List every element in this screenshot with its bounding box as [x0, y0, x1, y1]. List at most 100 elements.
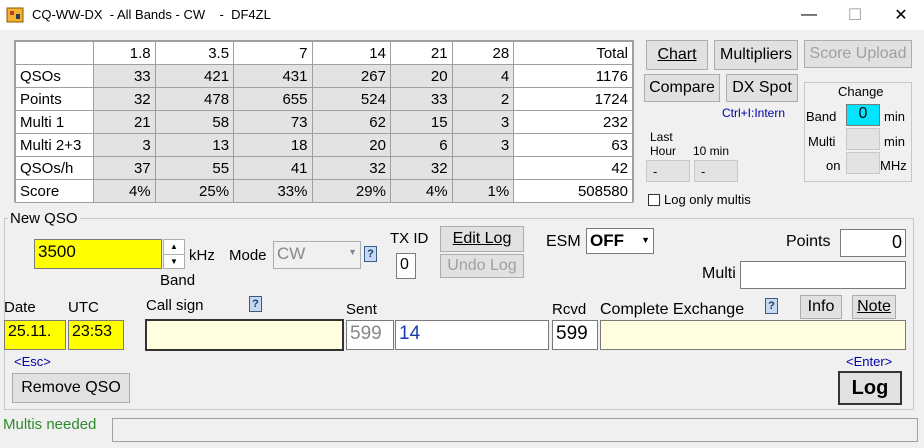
table-cell: 3 — [451, 133, 515, 157]
minimize-button[interactable]: — — [786, 0, 832, 30]
table-cell: 33 — [93, 64, 156, 88]
change-multi-label: Multi — [808, 134, 836, 149]
close-button[interactable]: ✕ — [878, 0, 924, 30]
table-cell: 37 — [93, 156, 156, 180]
change-band-value: 0 — [846, 104, 880, 126]
table-cell: 33 — [389, 87, 453, 111]
esm-value: OFF — [590, 231, 624, 250]
status-message: Multis needed — [3, 416, 97, 433]
maximize-button[interactable]: ☐ — [832, 0, 878, 30]
row-label: Score — [15, 179, 94, 203]
column-header: 7 — [233, 41, 313, 65]
compare-button[interactable]: Compare — [644, 74, 720, 102]
esm-label: ESM — [546, 233, 581, 250]
utc-label: UTC — [68, 299, 99, 316]
sent-label: Sent — [346, 301, 377, 318]
table-cell: 29% — [311, 179, 391, 203]
mode-select[interactable]: CW ▼ — [273, 241, 361, 269]
dx-spot-button[interactable]: DX Spot — [726, 74, 798, 102]
change-title: Change — [838, 84, 884, 99]
total-cell: 508580 — [513, 179, 633, 203]
edit-log-button[interactable]: Edit Log — [440, 226, 524, 252]
maximize-icon: ☐ — [847, 7, 863, 24]
rcvd-rst-field[interactable]: 599 — [552, 320, 598, 350]
table-cell: 655 — [233, 87, 313, 111]
table-row: Points 32 478 655 524 33 2 1724 — [15, 87, 633, 111]
info-button[interactable]: Info — [800, 295, 842, 319]
date-input[interactable]: 25.11. — [4, 320, 66, 350]
band-label: Band — [160, 272, 196, 289]
table-cell: 2 — [451, 87, 515, 111]
new-qso-legend: New QSO — [8, 210, 80, 227]
callsign-input[interactable] — [145, 319, 344, 351]
table-cell: 3 — [93, 133, 156, 157]
row-label: Multi 1 — [15, 110, 94, 134]
total-cell: 1724 — [513, 87, 633, 111]
table-cell: 55 — [154, 156, 235, 180]
log-only-multis-checkbox[interactable] — [648, 194, 660, 206]
row-label: Multi 2+3 — [15, 133, 94, 157]
last-hour-label: Last Hour — [650, 130, 677, 158]
remove-qso-button[interactable]: Remove QSO — [12, 373, 130, 403]
multipliers-button[interactable]: Multipliers — [714, 40, 798, 70]
table-cell: 13 — [154, 133, 235, 157]
spin-up-icon[interactable]: ▲ — [164, 240, 184, 255]
table-cell: 4% — [389, 179, 453, 203]
column-header: 21 — [389, 41, 453, 65]
change-multi-value — [846, 128, 880, 150]
change-on-value — [846, 152, 880, 174]
table-cell: 73 — [233, 110, 313, 134]
column-header: 14 — [311, 41, 391, 65]
table-row: QSOs/h 37 55 41 32 32 42 — [15, 156, 633, 180]
score-upload-button[interactable]: Score Upload — [804, 40, 912, 68]
tx-id-input[interactable]: 0 — [396, 253, 416, 279]
points-label: Points — [786, 233, 831, 250]
esm-select[interactable]: OFF ▼ — [586, 228, 654, 254]
utc-input[interactable]: 23:53 — [68, 320, 124, 350]
app-icon — [6, 6, 24, 24]
sent-exchange-field[interactable]: 14 — [395, 320, 549, 350]
table-cell: 15 — [389, 110, 453, 134]
column-header: Total — [513, 41, 633, 65]
note-button[interactable]: Note — [852, 295, 896, 319]
table-cell: 3 — [451, 110, 515, 134]
total-cell: 63 — [513, 133, 633, 157]
spin-down-icon[interactable]: ▼ — [164, 255, 184, 269]
last-hour-rate: - — [646, 160, 690, 182]
khz-label: kHz — [189, 247, 215, 264]
total-cell: 232 — [513, 110, 633, 134]
frequency-spinner[interactable]: ▲ ▼ — [163, 239, 185, 269]
exchange-label: Complete Exchange — [600, 301, 745, 318]
table-cell: 33% — [233, 179, 313, 203]
dropdown-icon: ▼ — [348, 247, 357, 257]
table-cell — [451, 156, 515, 180]
change-on-label: on — [826, 158, 841, 173]
column-header: 28 — [451, 41, 515, 65]
frequency-input[interactable]: 3500 — [34, 239, 162, 269]
change-multi-unit: min — [884, 134, 905, 149]
total-cell: 1176 — [513, 64, 633, 88]
table-row: Score 4% 25% 33% 29% 4% 1% 508580 — [15, 179, 633, 203]
status-bar-field — [112, 418, 918, 442]
table-cell: 32 — [389, 156, 453, 180]
callsign-help-icon[interactable]: ? — [249, 296, 262, 312]
exchange-input[interactable] — [600, 320, 906, 350]
chart-button[interactable]: Chart — [646, 40, 708, 70]
table-cell: 6 — [389, 133, 453, 157]
table-cell: 478 — [154, 87, 235, 111]
log-button[interactable]: Log — [838, 371, 902, 405]
table-cell: 41 — [233, 156, 313, 180]
undo-log-button[interactable]: Undo Log — [440, 254, 524, 278]
enter-hint: <Enter> — [846, 354, 893, 369]
table-cell: 20 — [389, 64, 453, 88]
row-label: QSOs/h — [15, 156, 94, 180]
ten-min-rate: - — [694, 160, 738, 182]
table-cell: 267 — [311, 64, 391, 88]
mode-label: Mode — [229, 247, 267, 264]
exchange-help-icon[interactable]: ? — [765, 298, 778, 314]
table-cell: 431 — [233, 64, 313, 88]
mode-help-icon[interactable]: ? — [364, 246, 377, 262]
sent-rst-field[interactable]: 599 — [346, 320, 394, 350]
table-cell: 1% — [451, 179, 515, 203]
table-cell: 32 — [93, 87, 156, 111]
